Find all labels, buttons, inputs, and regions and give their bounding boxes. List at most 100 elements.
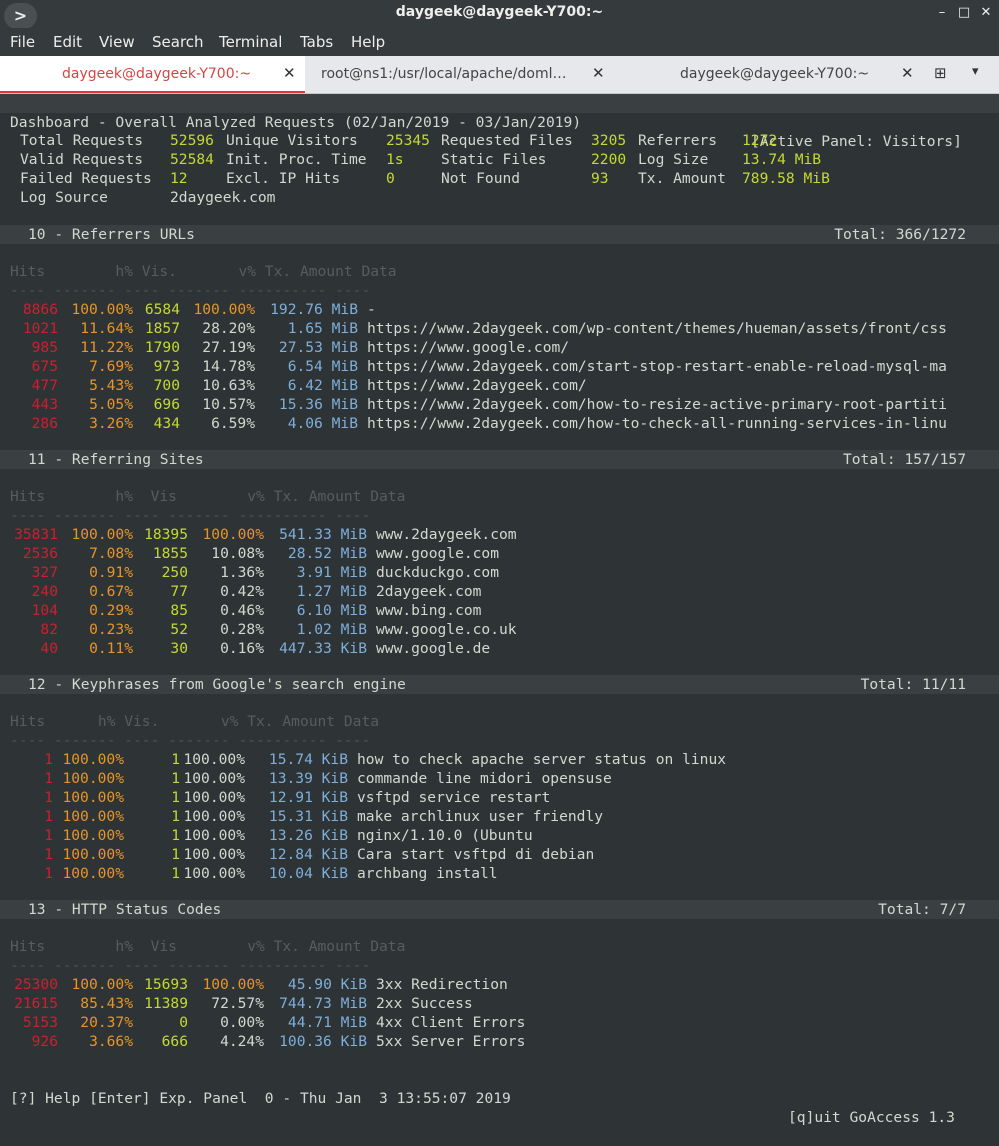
visitors-percent-cell: 100.00%: [183, 827, 245, 844]
new-tab-icon[interactable]: ⊞: [934, 64, 954, 84]
table-row[interactable]: 443 5.05% 696 10.57% 15.36 MiB https://www.2d…: [0, 395, 999, 414]
table-row[interactable]: 104 0.29% 85 0.46% 6.10 MiB www.bing.com: [0, 601, 999, 620]
stat-label: Not Found: [441, 170, 521, 187]
tx-amount-cell: 1.27 MiB: [296, 583, 367, 600]
table-row[interactable]: 985 11.22% 1790 27.19% 27.53 MiB https://www.…: [0, 338, 999, 357]
close-tab-icon[interactable]: ✕: [283, 64, 296, 82]
data-cell: Cara start vsftpd di debian: [357, 846, 595, 863]
hits-cell: 926: [31, 1033, 58, 1050]
close-tab-icon[interactable]: ✕: [592, 64, 605, 82]
table-row[interactable]: 675 7.69% 973 14.78% 6.54 MiB https://www.2da…: [0, 357, 999, 376]
hits-cell: 985: [31, 339, 58, 356]
tx-amount-cell: 1.02 MiB: [296, 621, 367, 638]
table-row[interactable]: 477 5.43% 700 10.63% 6.42 MiB https://www.2da…: [0, 376, 999, 395]
stat-label: Unique Visitors: [226, 132, 358, 149]
stat-value: 52584: [170, 151, 214, 168]
data-cell: 2daygeek.com: [376, 583, 482, 600]
visitors-cell: 1: [171, 865, 180, 882]
visitors-percent-cell: 0.00%: [220, 1014, 264, 1031]
visitors-percent-cell: 100.00%: [183, 789, 245, 806]
menu-file[interactable]: File: [10, 33, 35, 51]
table-row[interactable]: 5153 20.37% 0 0.00% 44.71 MiB 4xx Client Erro…: [0, 1013, 999, 1032]
table-row[interactable]: 25300 100.00% 15693 100.00% 45.90 KiB 3xx Red…: [0, 975, 999, 994]
panel-column-headers: Hits h% Vis v% Tx. Amount Data: [10, 938, 406, 955]
stat-label: Valid Requests: [20, 151, 144, 168]
close-icon[interactable]: ✕: [977, 4, 995, 22]
menu-terminal[interactable]: Terminal: [219, 33, 282, 51]
visitors-cell: 1: [171, 808, 180, 825]
hits-percent-cell: 0.91%: [89, 564, 133, 581]
tab-1[interactable]: daygeek@daygeek-Y700:~ ✕: [0, 56, 305, 93]
visitors-cell: 15693: [144, 976, 188, 993]
hits-percent-cell: 3.26%: [89, 415, 133, 432]
visitors-cell: 52: [170, 621, 188, 638]
table-row[interactable]: 82 0.23% 52 0.28% 1.02 MiB www.google.co.uk: [0, 620, 999, 639]
tab-2[interactable]: root@ns1:/usr/local/apache/doml… ✕: [306, 56, 616, 93]
table-row[interactable]: 926 3.66% 666 4.24% 100.36 KiB 5xx Server Err…: [0, 1032, 999, 1051]
stat-label: Total Requests: [20, 132, 144, 149]
table-row[interactable]: 286 3.26% 434 6.59% 4.06 MiB https://www.2day…: [0, 414, 999, 433]
panel-title: 10 - Referrers URLs: [28, 226, 195, 243]
menu-help[interactable]: Help: [351, 33, 385, 51]
visitors-percent-cell: 100.00%: [202, 976, 264, 993]
status-bar: [?] Help [Enter] Exp. Panel 0 - Thu Jan …: [0, 1070, 999, 1126]
table-row[interactable]: 240 0.67% 77 0.42% 1.27 MiB 2daygeek.com: [0, 582, 999, 601]
tx-amount-cell: 3.91 MiB: [296, 564, 367, 581]
menu-bar: File Edit View Search Terminal Tabs Help: [0, 28, 999, 56]
panel-header[interactable]: 12 - Keyphrases from Google's search eng…: [0, 675, 999, 694]
data-cell: make archlinux user friendly: [357, 808, 604, 825]
panel-header[interactable]: 10 - Referrers URLs Total: 366/1272: [0, 225, 999, 244]
visitors-percent-cell: 100.00%: [202, 526, 264, 543]
stat-value: 2200: [591, 151, 627, 168]
data-cell: vsftpd service restart: [357, 789, 551, 806]
hits-percent-cell: 100.00%: [71, 301, 133, 318]
stat-value: 52596: [170, 132, 214, 149]
tx-amount-cell: 13.26 KiB: [268, 827, 348, 844]
terminal-output[interactable]: Dashboard - Overall Analyzed Requests (0…: [0, 94, 999, 1126]
table-row[interactable]: 1 100.00% 1 100.00% 13.26 KiB nginx/1.10.0 (U…: [0, 826, 999, 845]
table-row[interactable]: 1 100.00% 1 100.00% 13.39 KiB commande line m…: [0, 769, 999, 788]
table-row[interactable]: 35831 100.00% 18395 100.00% 541.33 MiB www.2d…: [0, 525, 999, 544]
table-row[interactable]: 1021 11.64% 1857 28.20% 1.65 MiB https://www.…: [0, 319, 999, 338]
table-row[interactable]: 8866 100.00% 6584 100.00% 192.76 MiB -: [0, 300, 999, 319]
data-cell: www.2daygeek.com: [376, 526, 517, 543]
tx-amount-cell: 6.54 MiB: [287, 358, 358, 375]
hits-percent-cell: 5.43%: [89, 377, 133, 394]
menu-edit[interactable]: Edit: [53, 33, 82, 51]
minimize-icon[interactable]: –: [933, 4, 951, 22]
visitors-percent-cell: 27.19%: [202, 339, 255, 356]
table-row[interactable]: 1 100.00% 1 100.00% 15.31 KiB make archlinux …: [0, 807, 999, 826]
tab-menu-icon[interactable]: ▾: [972, 64, 979, 79]
table-row[interactable]: 1 100.00% 1 100.00% 12.91 KiB vsftpd service …: [0, 788, 999, 807]
data-cell: https://www.2daygeek.com/wp-content/them…: [367, 320, 947, 337]
table-row[interactable]: 1 100.00% 1 100.00% 15.74 KiB how to check ap…: [0, 750, 999, 769]
table-row[interactable]: 1 100.00% 1 100.00% 12.84 KiB Cara start vsft…: [0, 845, 999, 864]
stats-row: Failed Requests 12 Excl. IP Hits 0 Not Found…: [0, 169, 999, 188]
data-cell: 3xx Redirection: [376, 976, 508, 993]
hits-cell: 240: [31, 583, 58, 600]
tab-3[interactable]: daygeek@daygeek-Y700:~ ✕: [617, 56, 927, 93]
tx-amount-cell: 13.39 KiB: [268, 770, 348, 787]
table-row[interactable]: 21615 85.43% 11389 72.57% 744.73 MiB 2xx Succ…: [0, 994, 999, 1013]
dashboard-title: Dashboard - Overall Analyzed Requests (0…: [10, 114, 582, 131]
table-row[interactable]: 327 0.91% 250 1.36% 3.91 MiB duckduckgo.com: [0, 563, 999, 582]
maximize-icon[interactable]: □: [955, 4, 973, 22]
table-row[interactable]: 40 0.11% 30 0.16% 447.33 KiB www.google.de: [0, 639, 999, 658]
menu-tabs[interactable]: Tabs: [300, 33, 333, 51]
tx-amount-cell: 744.73 MiB: [279, 995, 367, 1012]
data-cell: www.google.com: [376, 545, 500, 562]
panel-header[interactable]: 11 - Referring Sites Total: 157/157: [0, 450, 999, 469]
hits-cell: 2536: [22, 545, 58, 562]
hits-percent-cell: 100.00%: [62, 827, 124, 844]
hits-cell: 104: [31, 602, 58, 619]
close-tab-icon[interactable]: ✕: [901, 64, 914, 82]
table-row[interactable]: 1 100.00% 1 100.00% 10.04 KiB archbang instal…: [0, 864, 999, 883]
menu-view[interactable]: View: [99, 33, 135, 51]
panel-header[interactable]: 13 - HTTP Status Codes Total: 7/7: [0, 900, 999, 919]
menu-search[interactable]: Search: [152, 33, 204, 51]
stat-value: 12: [170, 170, 188, 187]
table-row[interactable]: 2536 7.08% 1855 10.08% 28.52 MiB www.google.c…: [0, 544, 999, 563]
hits-cell: 675: [31, 358, 58, 375]
hits-percent-cell: 0.67%: [89, 583, 133, 600]
hits-percent-cell: 100.00%: [71, 976, 133, 993]
